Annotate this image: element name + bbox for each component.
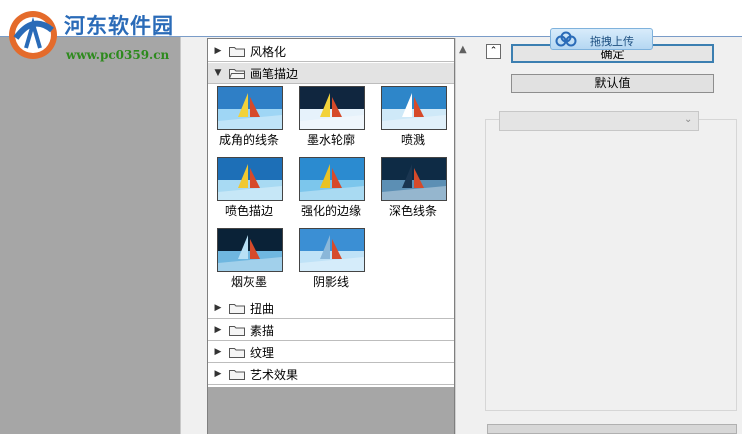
bottom-layer-field[interactable] xyxy=(487,424,737,434)
folder-icon xyxy=(229,303,245,314)
category-texture[interactable]: ▶ 纹理 xyxy=(208,342,454,363)
folder-icon xyxy=(229,46,245,57)
thumbnail-caption: 墨水轮廓 xyxy=(306,133,355,147)
preview-divider xyxy=(180,0,207,434)
category-label: 风格化 xyxy=(250,44,287,59)
sprayed-strokes-thumbnail[interactable] xyxy=(217,157,283,201)
expand-triangle-icon[interactable]: ▶ xyxy=(211,46,225,56)
watermark-site-url: www.pc0359.cn xyxy=(66,48,170,62)
accented-edges-thumbnail[interactable] xyxy=(299,157,365,201)
crosshatch-thumbnail[interactable] xyxy=(299,228,365,272)
category-label: 纹理 xyxy=(250,345,275,360)
upload-label: 拖拽上传 xyxy=(590,35,634,48)
category-distort[interactable]: ▶ 扭曲 xyxy=(208,298,454,319)
expand-triangle-icon[interactable]: ▶ xyxy=(211,325,225,335)
thumbnail-caption: 阴影线 xyxy=(312,275,349,289)
filter-list-panel: ▶ 风格化 ▼ 画笔描边 成角的线条 墨水轮廓 喷溅喷色描边 强化的边缘 深色线条烟灰墨… xyxy=(207,38,455,434)
chevron-down-icon[interactable]: ⌄ xyxy=(684,114,692,125)
watermark-logo-icon xyxy=(6,8,60,62)
sumi-e-thumbnail[interactable] xyxy=(217,228,283,272)
preview-canvas xyxy=(0,0,180,434)
folder-icon xyxy=(229,369,245,380)
default-button[interactable]: 默认值 xyxy=(511,74,714,93)
expand-triangle-icon[interactable]: ▶ xyxy=(211,303,225,313)
filter-settings-group xyxy=(485,119,737,411)
expand-triangle-icon[interactable]: ▶ xyxy=(211,369,225,379)
folder-icon xyxy=(229,347,245,358)
folder-icon xyxy=(229,325,245,336)
category-label: 艺术效果 xyxy=(250,367,299,382)
thumbnail-caption: 烟灰墨 xyxy=(230,275,267,289)
cloud-upload-icon xyxy=(555,31,577,47)
expand-triangle-icon[interactable]: ▶ xyxy=(211,347,225,357)
ink-outlines-thumbnail[interactable] xyxy=(299,86,365,130)
thumbnail-caption: 深色线条 xyxy=(388,204,437,218)
thumbnail-caption: 强化的边缘 xyxy=(300,204,361,218)
category-label: 扭曲 xyxy=(250,301,275,316)
category-stylize[interactable]: ▶ 风格化 xyxy=(208,41,454,62)
collapse-triangle-icon[interactable]: ▼ xyxy=(211,68,225,78)
category-label: 画笔描边 xyxy=(250,66,299,81)
thumbnail-caption: 喷色描边 xyxy=(224,204,273,218)
category-label: 素描 xyxy=(250,323,275,338)
scroll-up-arrow-icon[interactable]: ▲ xyxy=(459,44,467,55)
category-artistic[interactable]: ▶ 艺术效果 xyxy=(208,364,454,385)
folder-open-icon xyxy=(229,68,245,79)
filter-select[interactable] xyxy=(499,111,699,131)
thumbnail-caption: 成角的线条 xyxy=(218,133,279,147)
thumbnail-caption: 喷溅 xyxy=(400,133,425,147)
filter-list-scrollbar[interactable] xyxy=(455,38,473,434)
angled-strokes-thumbnail[interactable] xyxy=(217,86,283,130)
watermark-site-name: 河东软件园 xyxy=(64,14,174,38)
dark-strokes-thumbnail[interactable] xyxy=(381,157,447,201)
spatter-thumbnail[interactable] xyxy=(381,86,447,130)
category-brush-strokes[interactable]: ▼ 画笔描边 xyxy=(208,63,454,84)
category-sketch[interactable]: ▶ 素描 xyxy=(208,320,454,341)
list-empty-area xyxy=(208,387,454,434)
collapse-panel-button[interactable]: ⌃ xyxy=(486,44,501,59)
